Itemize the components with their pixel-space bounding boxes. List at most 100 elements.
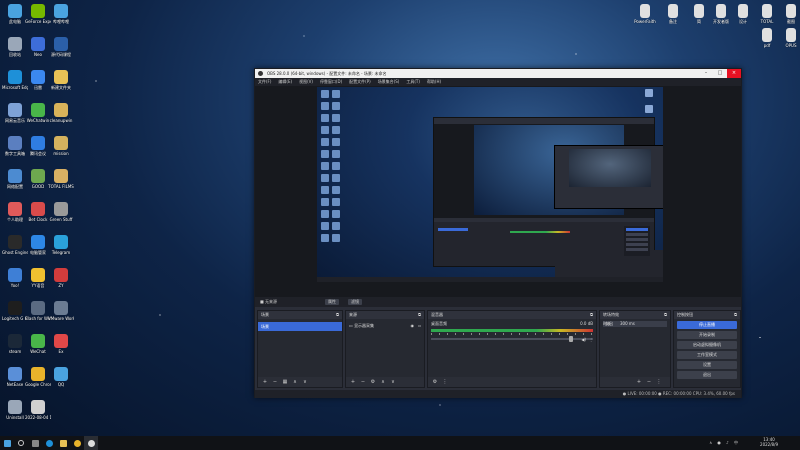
desktop-icon[interactable]: TOTAL: [754, 4, 780, 24]
desktop-icon-label: 新建文件夹: [51, 85, 71, 90]
start-button[interactable]: [0, 436, 14, 450]
desktop-icon[interactable]: 哔哩哔哩: [48, 4, 74, 24]
system-tray[interactable]: ∧ ● ♪ 中: [709, 440, 740, 446]
mixer-menu-icon[interactable]: ⋮: [442, 379, 448, 385]
edge-taskbar-icon[interactable]: [42, 436, 56, 450]
nested-icon: [332, 174, 340, 182]
desktop-icon[interactable]: 新建文件夹: [48, 70, 74, 90]
desktop-icon[interactable]: cleanupwin: [48, 103, 74, 123]
desktop-icon[interactable]: Ex: [48, 334, 74, 354]
studio-mode-button[interactable]: 工作室模式: [677, 351, 737, 359]
exit-button[interactable]: 退出: [677, 371, 737, 379]
scene-filter-button[interactable]: ▦: [282, 379, 288, 385]
nested-icon: [332, 162, 340, 170]
nested-icon: [332, 186, 340, 194]
start-recording-button[interactable]: 开始录制: [677, 331, 737, 339]
channel-menu-icon[interactable]: ⋮: [589, 337, 593, 342]
desktop-icon[interactable]: 备注: [660, 4, 686, 24]
virtual-camera-button[interactable]: 启动虚拟摄像机: [677, 341, 737, 349]
task-view-icon[interactable]: [28, 436, 42, 450]
minimize-icon[interactable]: –: [699, 69, 713, 78]
desktop-icon[interactable]: TOTAL FILMS: [48, 169, 74, 189]
add-source-button[interactable]: +: [350, 379, 356, 385]
preview-area[interactable]: [255, 86, 741, 297]
volume-slider[interactable]: [431, 336, 593, 342]
source-up-button[interactable]: ∧: [380, 379, 386, 385]
search-icon[interactable]: [14, 436, 28, 450]
explorer-taskbar-icon[interactable]: [56, 436, 70, 450]
menu-item[interactable]: 场景集合(S): [378, 78, 400, 86]
controls-dock: 控制按钮 ⧉ 停止直播 开始录制 启动虚拟摄像机 工作室模式 设置 退出: [673, 310, 741, 388]
duration-label: 时长: [603, 321, 611, 326]
nested-icon: [321, 174, 329, 182]
menu-item[interactable]: 配置文件(P): [349, 78, 371, 86]
stop-streaming-button[interactable]: 停止直播: [677, 321, 737, 329]
desktop-icon[interactable]: 截图: [778, 4, 800, 24]
file-icon: [762, 4, 772, 18]
desktop-icon[interactable]: Green Stuff: [48, 202, 74, 222]
menu-item[interactable]: 帮助(H): [427, 78, 441, 86]
menu-item[interactable]: 视图(V): [299, 78, 313, 86]
file-icon: [762, 28, 772, 42]
remove-scene-button[interactable]: −: [272, 379, 278, 385]
taskbar: ∧ ● ♪ 中 13:40 2022/8/9: [0, 436, 800, 450]
desktop-icon[interactable]: PowerFaith: [632, 4, 658, 24]
add-scene-button[interactable]: +: [262, 379, 268, 385]
desktop-icon[interactable]: 2022-08-04 12-25-07: [25, 400, 51, 420]
obs-window[interactable]: OBS 28.0.0 (64-bit, windows) - 配置文件: 未命名…: [254, 68, 742, 398]
sources-dock: 来源 ⧉ ▭ 显示器采集 ◉ ▫ + − ⚙ ∧ ∨: [345, 310, 425, 388]
obs-taskbar-icon[interactable]: [84, 436, 98, 450]
nested-icon: [321, 150, 329, 158]
desktop-icon[interactable]: QQ: [48, 367, 74, 387]
scene-down-button[interactable]: ∨: [302, 379, 308, 385]
properties-button[interactable]: 属性: [325, 299, 339, 305]
remove-transition-button[interactable]: −: [646, 379, 652, 385]
source-item[interactable]: ▭ 显示器采集 ◉ ▫: [346, 322, 424, 330]
transition-menu-icon[interactable]: ⋮: [656, 379, 662, 385]
desktop-icon[interactable]: Telegram: [48, 235, 74, 255]
menu-item[interactable]: 文件(F): [258, 78, 271, 86]
scene-up-button[interactable]: ∧: [292, 379, 298, 385]
desktop-icon[interactable]: 源代码课程: [48, 37, 74, 57]
desktop-icon[interactable]: VMware Workstation: [48, 301, 74, 321]
menu-item[interactable]: 停靠窗口(D): [320, 78, 342, 86]
file-icon: [716, 4, 726, 18]
menu-item[interactable]: 编辑(E): [278, 78, 292, 86]
eye-icon[interactable]: ◉: [411, 322, 415, 330]
remove-source-button[interactable]: −: [360, 379, 366, 385]
clock[interactable]: 13:40 2022/8/9: [760, 437, 778, 447]
desktop-icon[interactable]: ZY: [48, 268, 74, 288]
chrome-taskbar-icon[interactable]: [70, 436, 84, 450]
desktop-icon-label: 源代码课程: [51, 52, 71, 57]
nested-icon: [321, 102, 329, 110]
duration-input[interactable]: 300 ms: [618, 321, 666, 327]
add-transition-button[interactable]: +: [636, 379, 642, 385]
desktop-icon[interactable]: pdf: [754, 28, 780, 48]
app-icon: [31, 169, 45, 183]
menu-item[interactable]: 工具(T): [406, 78, 420, 86]
nested-icon: [332, 210, 340, 218]
lock-icon[interactable]: ▫: [418, 322, 421, 330]
app-icon: [54, 202, 68, 216]
filters-button[interactable]: 滤镜: [348, 299, 362, 305]
app-icon: [8, 70, 22, 84]
obs-titlebar[interactable]: OBS 28.0.0 (64-bit, windows) - 配置文件: 未命名…: [255, 69, 741, 78]
source-settings-button[interactable]: ⚙: [370, 379, 376, 385]
desktop-icon-label: Ex: [58, 349, 64, 354]
scene-item[interactable]: 场景: [258, 322, 342, 331]
settings-button[interactable]: 设置: [677, 361, 737, 369]
desktop-icon[interactable]: 设计: [730, 4, 756, 24]
nested-icon: [332, 198, 340, 206]
speaker-icon[interactable]: ◀): [581, 337, 586, 342]
source-down-button[interactable]: ∨: [390, 379, 396, 385]
sources-title: 来源: [349, 312, 357, 317]
desktop-icon[interactable]: mission: [48, 136, 74, 156]
desktop-icon[interactable]: OPUS: [778, 28, 800, 48]
nested-icon: [321, 138, 329, 146]
app-icon: [54, 268, 68, 282]
mixer-settings-icon[interactable]: ⚙: [432, 379, 438, 385]
clock-date: 2022/8/9: [760, 442, 778, 447]
nested-icon: [321, 186, 329, 194]
maximize-icon[interactable]: □: [713, 69, 727, 78]
close-icon[interactable]: ×: [727, 69, 741, 78]
